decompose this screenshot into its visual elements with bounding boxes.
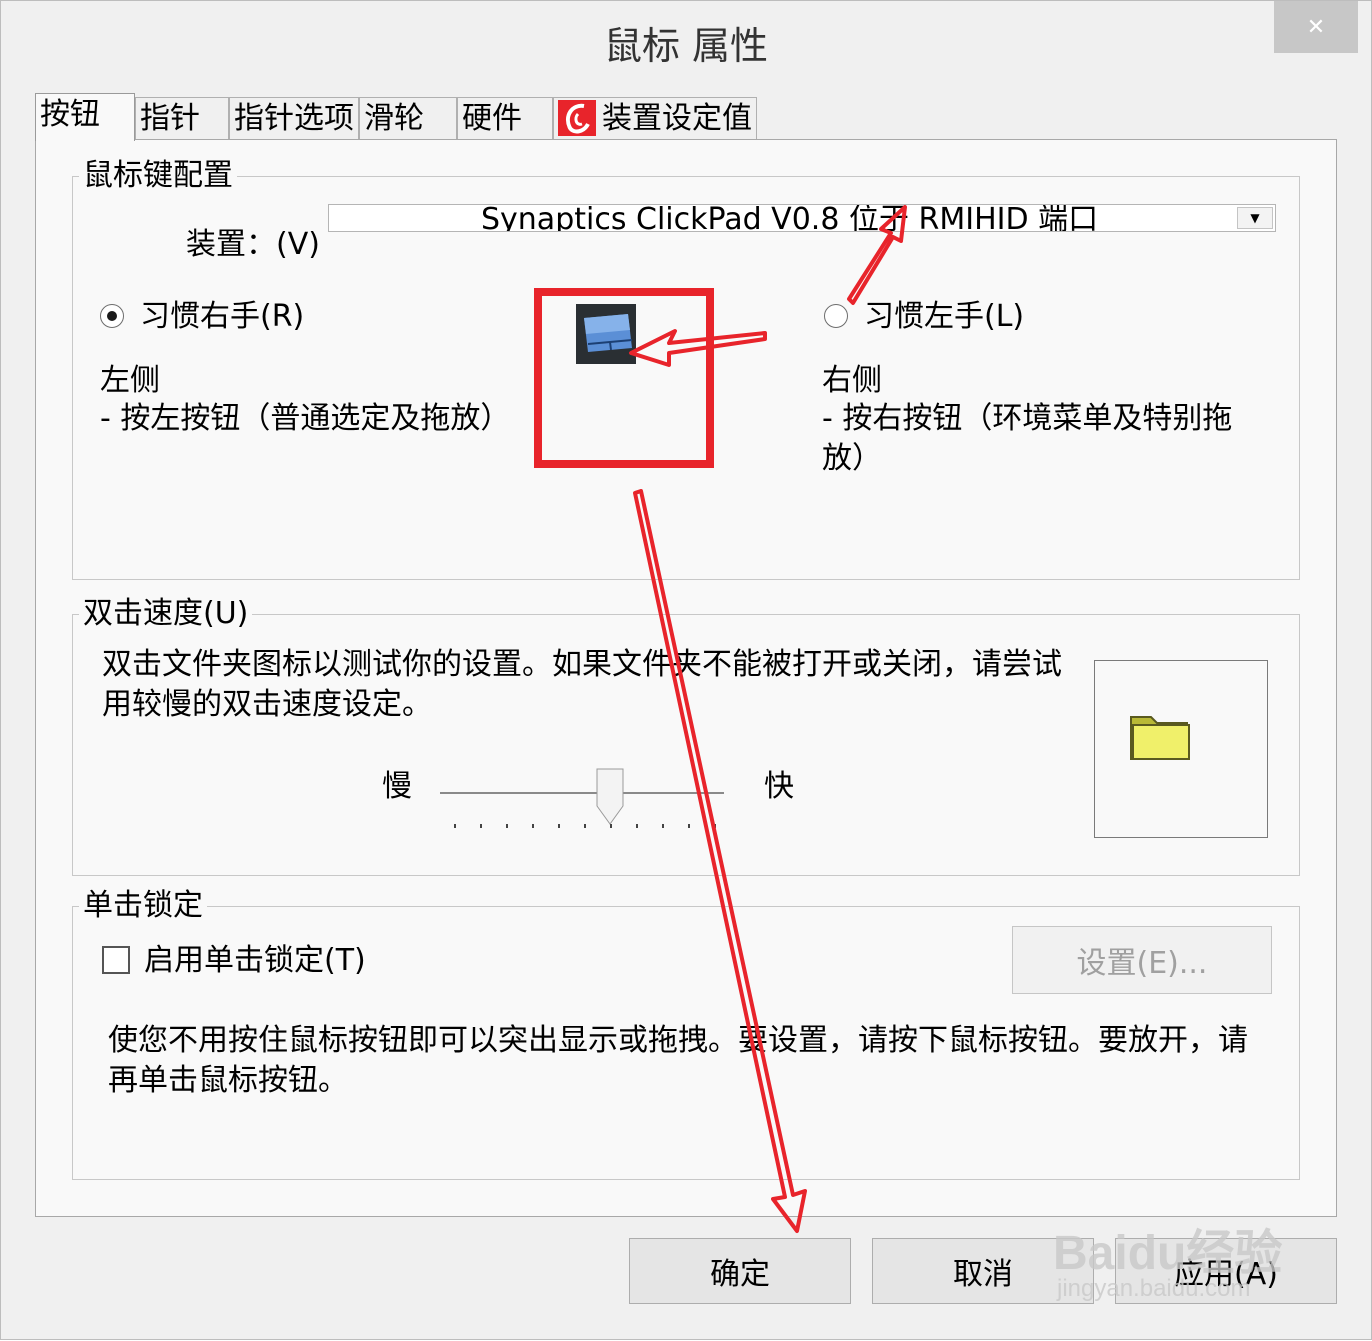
right-side-description-line2: 放） [822, 441, 882, 476]
ok-button[interactable]: 确定 [629, 1238, 851, 1304]
tab-pointer-options[interactable]: 指针选项 [229, 97, 359, 139]
chevron-down-icon[interactable]: ▼ [1237, 207, 1273, 229]
tab-device-settings[interactable]: 装置设定值 [553, 97, 757, 139]
click-lock-description-line1: 使您不用按住鼠标按钮即可以突出显示或拖拽。要设置，请按下鼠标按钮。要放开，请 [108, 1023, 1248, 1058]
right-side-title: 右侧 [822, 363, 882, 398]
folder-icon[interactable] [1129, 709, 1193, 765]
fast-label: 快 [764, 769, 794, 804]
tab-label: 装置设定值 [602, 101, 752, 136]
tab-label: 按钮 [40, 97, 100, 132]
group-label: 鼠标键配置 [79, 159, 237, 193]
double-click-description-line1: 双击文件夹图标以测试你的设置。如果文件夹不能被打开或关闭，请尝试 [102, 647, 1062, 682]
watermark-sub: jingyan.baidu.com [1057, 1275, 1251, 1302]
device-select-value: Synaptics ClickPad V0.8 位于 RMIHID 端口 [481, 204, 1099, 232]
tab-label: 硬件 [462, 101, 522, 136]
group-label: 双击速度(U) [79, 597, 253, 631]
speed-slider-track[interactable] [440, 792, 724, 794]
right-side-description-line1: - 按右按钮（环境菜单及特别拖 [822, 401, 1233, 436]
tab-label: 滑轮 [364, 101, 424, 136]
baidu-watermark: Baidu经验 jingyan.baidu.com [1053, 1193, 1303, 1313]
dialog-title: 鼠标 属性 [603, 24, 769, 68]
double-click-description-line2: 用较慢的双击速度设定。 [102, 687, 432, 722]
touchpad-icon [576, 304, 636, 364]
right-hand-radio[interactable] [100, 304, 124, 328]
left-side-description: - 按左按钮（普通选定及拖放） [100, 401, 511, 436]
left-hand-label[interactable]: 习惯左手(L) [864, 298, 1024, 336]
speed-slider-thumb[interactable] [596, 768, 624, 826]
tab-hardware[interactable]: 硬件 [457, 97, 553, 139]
tab-pointers[interactable]: 指针 [135, 97, 229, 139]
close-icon: ✕ [1306, 14, 1326, 40]
radio-selected-dot [107, 311, 117, 321]
right-hand-label[interactable]: 习惯右手(R) [140, 298, 304, 336]
slider-ticks [454, 824, 744, 830]
tab-label: 指针 [140, 101, 200, 136]
click-lock-checkbox-label[interactable]: 启用单击锁定(T) [144, 942, 366, 980]
watermark-main: Baidu经验 [1053, 1227, 1283, 1280]
click-lock-checkbox[interactable] [102, 946, 130, 974]
double-click-test-area[interactable] [1094, 660, 1268, 838]
tab-wheel[interactable]: 滑轮 [359, 97, 457, 139]
left-hand-radio[interactable] [824, 304, 848, 328]
close-button[interactable]: ✕ [1274, 1, 1358, 53]
group-label: 单击锁定 [79, 889, 207, 923]
device-label: 装置：(V) [186, 227, 320, 262]
left-side-title: 左侧 [100, 363, 160, 398]
click-lock-settings-button[interactable]: 设置(E)... [1012, 926, 1272, 994]
tab-panel-buttons: 鼠标键配置 装置：(V) Synaptics ClickPad V0.8 位于 … [35, 139, 1337, 1217]
slow-label: 慢 [382, 769, 412, 804]
mouse-properties-dialog: 鼠标 属性 ✕ 按钮 指针 指针选项 滑轮 硬件 装置设定值 鼠标键配置 装置：… [0, 0, 1372, 1340]
title-bar: 鼠标 属性 ✕ [1, 1, 1371, 77]
tab-buttons[interactable]: 按钮 [35, 93, 135, 141]
device-select[interactable]: Synaptics ClickPad V0.8 位于 RMIHID 端口 ▼ [328, 204, 1276, 232]
click-lock-description-line2: 再单击鼠标按钮。 [108, 1063, 348, 1098]
tab-label: 指针选项 [234, 101, 354, 136]
synaptics-logo-icon [558, 99, 596, 136]
